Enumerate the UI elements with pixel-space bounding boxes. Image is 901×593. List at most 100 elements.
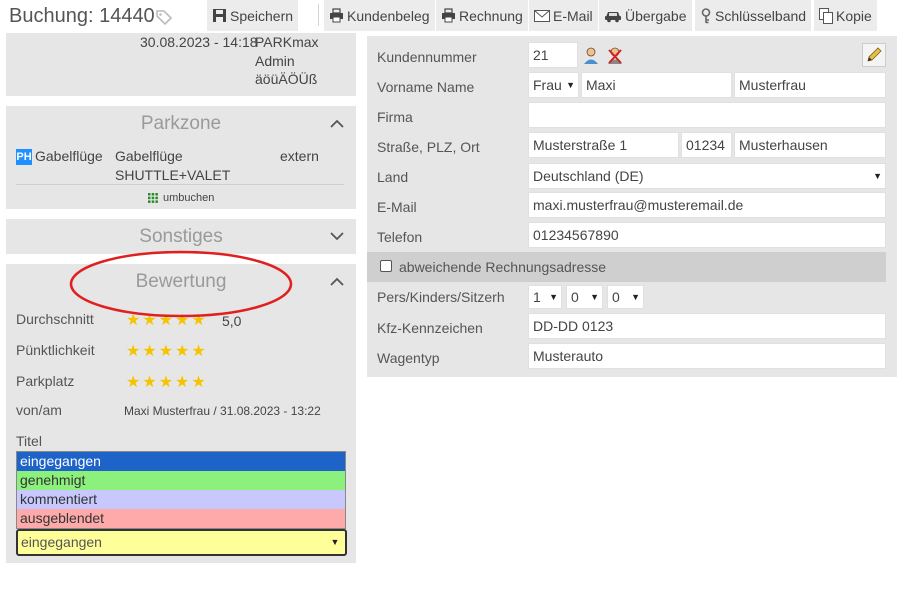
chevron-down-icon: ▼ — [631, 292, 640, 302]
zip-field[interactable]: 01234 — [681, 132, 732, 158]
user-icon[interactable] — [583, 47, 599, 65]
rating-label-parking: Parkplatz — [16, 373, 75, 389]
envelope-icon — [534, 9, 550, 22]
booking-datetime: 30.08.2023 - 14:18 — [140, 34, 258, 50]
invoice-button[interactable]: Rechnung — [436, 0, 528, 31]
plate-label: Kfz-Kennzeichen — [377, 320, 483, 336]
grid-icon — [148, 193, 158, 203]
booking-info-panel: 30.08.2023 - 14:18 PARKmax Admin äöüÄÖÜß — [6, 33, 356, 96]
alt-billing-label[interactable]: abweichende Rechnungsadresse — [399, 259, 606, 275]
edit-button[interactable] — [862, 43, 886, 67]
persons-label: Pers/Kinders/Sitzerh — [377, 289, 505, 305]
car-icon — [605, 11, 621, 22]
customer-number-field[interactable]: 21 — [528, 42, 578, 68]
chevron-up-icon[interactable] — [330, 119, 344, 128]
persons-select[interactable]: 1 ▼ — [528, 285, 562, 309]
country-value: Deutschland (DE) — [533, 168, 644, 184]
key-icon — [701, 7, 711, 23]
rebook-label: umbuchen — [163, 192, 215, 204]
parkzone-panel: Parkzone PH Gabelflüge Gabelflüge SHUTTL… — [6, 106, 356, 209]
status-select[interactable]: eingegangen ▼ — [16, 529, 347, 556]
handover-button[interactable]: Übergabe — [599, 0, 692, 31]
salutation-select[interactable]: Frau ▼ — [528, 72, 579, 98]
sonstiges-title: Sonstiges — [139, 226, 223, 247]
bewertung-header[interactable]: Bewertung — [6, 265, 356, 299]
rating-value-average: 5,0 — [222, 313, 242, 329]
save-button[interactable]: Speichern — [207, 0, 299, 31]
booking-source: PARKmax — [255, 34, 319, 50]
plate-field[interactable]: DD-DD 0123 — [528, 313, 886, 339]
bewertung-title: Bewertung — [135, 271, 227, 292]
floppy-icon — [213, 9, 226, 22]
sonstiges-panel: Sonstiges — [6, 219, 356, 254]
copy-label: Kopie — [836, 7, 872, 24]
service-line-1: Gabelflüge — [115, 148, 183, 164]
child-seats-select[interactable]: 0 ▼ — [607, 285, 644, 309]
rating-label-average: Durchschnitt — [16, 311, 94, 327]
status-option-commented[interactable]: kommentiert — [17, 490, 345, 509]
zone-name: Gabelflüge — [35, 148, 103, 164]
country-label: Land — [377, 169, 409, 185]
parkzone-header[interactable]: Parkzone — [6, 107, 356, 141]
copy-button[interactable]: Kopie — [814, 0, 877, 31]
user-remove-icon[interactable] — [607, 47, 623, 65]
service-line-2: SHUTTLE+VALET — [115, 167, 231, 183]
chevron-down-icon[interactable] — [330, 232, 344, 241]
email-button[interactable]: E-Mail — [529, 0, 598, 31]
print-icon — [330, 8, 343, 23]
phone-field[interactable]: 01234567890 — [528, 222, 886, 248]
parkzone-title: Parkzone — [140, 113, 222, 134]
status-dropdown-list[interactable]: eingegangen genehmigt kommentiert ausgeb… — [16, 451, 346, 529]
chevron-down-icon: ▼ — [549, 292, 558, 302]
rating-stars-average: ★★★★★ — [126, 312, 208, 329]
customer-receipt-label: Kundenbeleg — [347, 7, 430, 24]
chevron-down-icon: ▼ — [566, 80, 575, 90]
copy-icon — [819, 7, 833, 24]
children-select[interactable]: 0 ▼ — [566, 285, 603, 309]
toolbar-divider — [318, 4, 319, 26]
rating-stars-punctuality: ★★★★★ — [126, 343, 208, 360]
status-option-approved[interactable]: genehmigt — [17, 471, 345, 490]
save-label: Speichern — [230, 7, 294, 24]
invoice-label: Rechnung — [459, 7, 523, 24]
customer-number-label: Kundennummer — [377, 49, 477, 65]
chevron-up-icon[interactable] — [330, 277, 344, 286]
first-name-field[interactable]: Maxi — [581, 72, 732, 98]
zone-location: extern — [280, 148, 319, 164]
street-field[interactable]: Musterstraße 1 — [528, 132, 679, 158]
country-select[interactable]: Deutschland (DE) ▼ — [528, 163, 886, 189]
customer-receipt-button[interactable]: Kundenbeleg — [324, 0, 435, 31]
keyring-button[interactable]: Schlüsselband — [695, 0, 812, 31]
top-bar: Buchung: 14440 Speichern Kundenbeleg Rec… — [0, 0, 901, 33]
keyring-label: Schlüsselband — [715, 7, 807, 24]
chevron-down-icon: ▼ — [330, 537, 340, 547]
status-option-received[interactable]: eingegangen — [17, 452, 345, 471]
email-label: E-Mail — [553, 7, 593, 24]
email-label: E-Mail — [377, 199, 417, 215]
child-seats-value: 0 — [612, 289, 620, 305]
print-icon — [442, 8, 455, 23]
company-label: Firma — [377, 109, 413, 125]
address-label: Straße, PLZ, Ort — [377, 139, 480, 155]
car-type-field[interactable]: Musterauto — [528, 343, 886, 369]
rating-by-label: von/am — [16, 402, 62, 418]
alt-billing-checkbox[interactable] — [380, 260, 392, 272]
city-field[interactable]: Musterhausen — [734, 132, 886, 158]
parking-house-badge: PH — [16, 149, 32, 165]
rating-by-value: Maxi Musterfrau / 31.08.2023 - 13:22 — [124, 404, 321, 418]
booking-user: Admin — [255, 53, 295, 69]
car-type-label: Wagentyp — [377, 350, 440, 366]
tag-icon[interactable] — [155, 9, 173, 25]
chevron-down-icon: ▼ — [873, 171, 882, 181]
booking-extra: äöüÄÖÜß — [255, 71, 318, 87]
rebook-link[interactable]: umbuchen — [148, 192, 214, 204]
rating-label-punctuality: Pünktlichkeit — [16, 342, 95, 358]
sonstiges-header[interactable]: Sonstiges — [6, 220, 356, 254]
divider — [16, 184, 344, 185]
chevron-down-icon: ▼ — [590, 292, 599, 302]
last-name-field[interactable]: Musterfrau — [734, 72, 886, 98]
salutation-value: Frau — [533, 77, 562, 93]
company-field[interactable] — [528, 102, 886, 128]
email-field[interactable]: maxi.musterfrau@musteremail.de — [528, 192, 886, 218]
status-option-hidden[interactable]: ausgeblendet — [17, 509, 345, 528]
